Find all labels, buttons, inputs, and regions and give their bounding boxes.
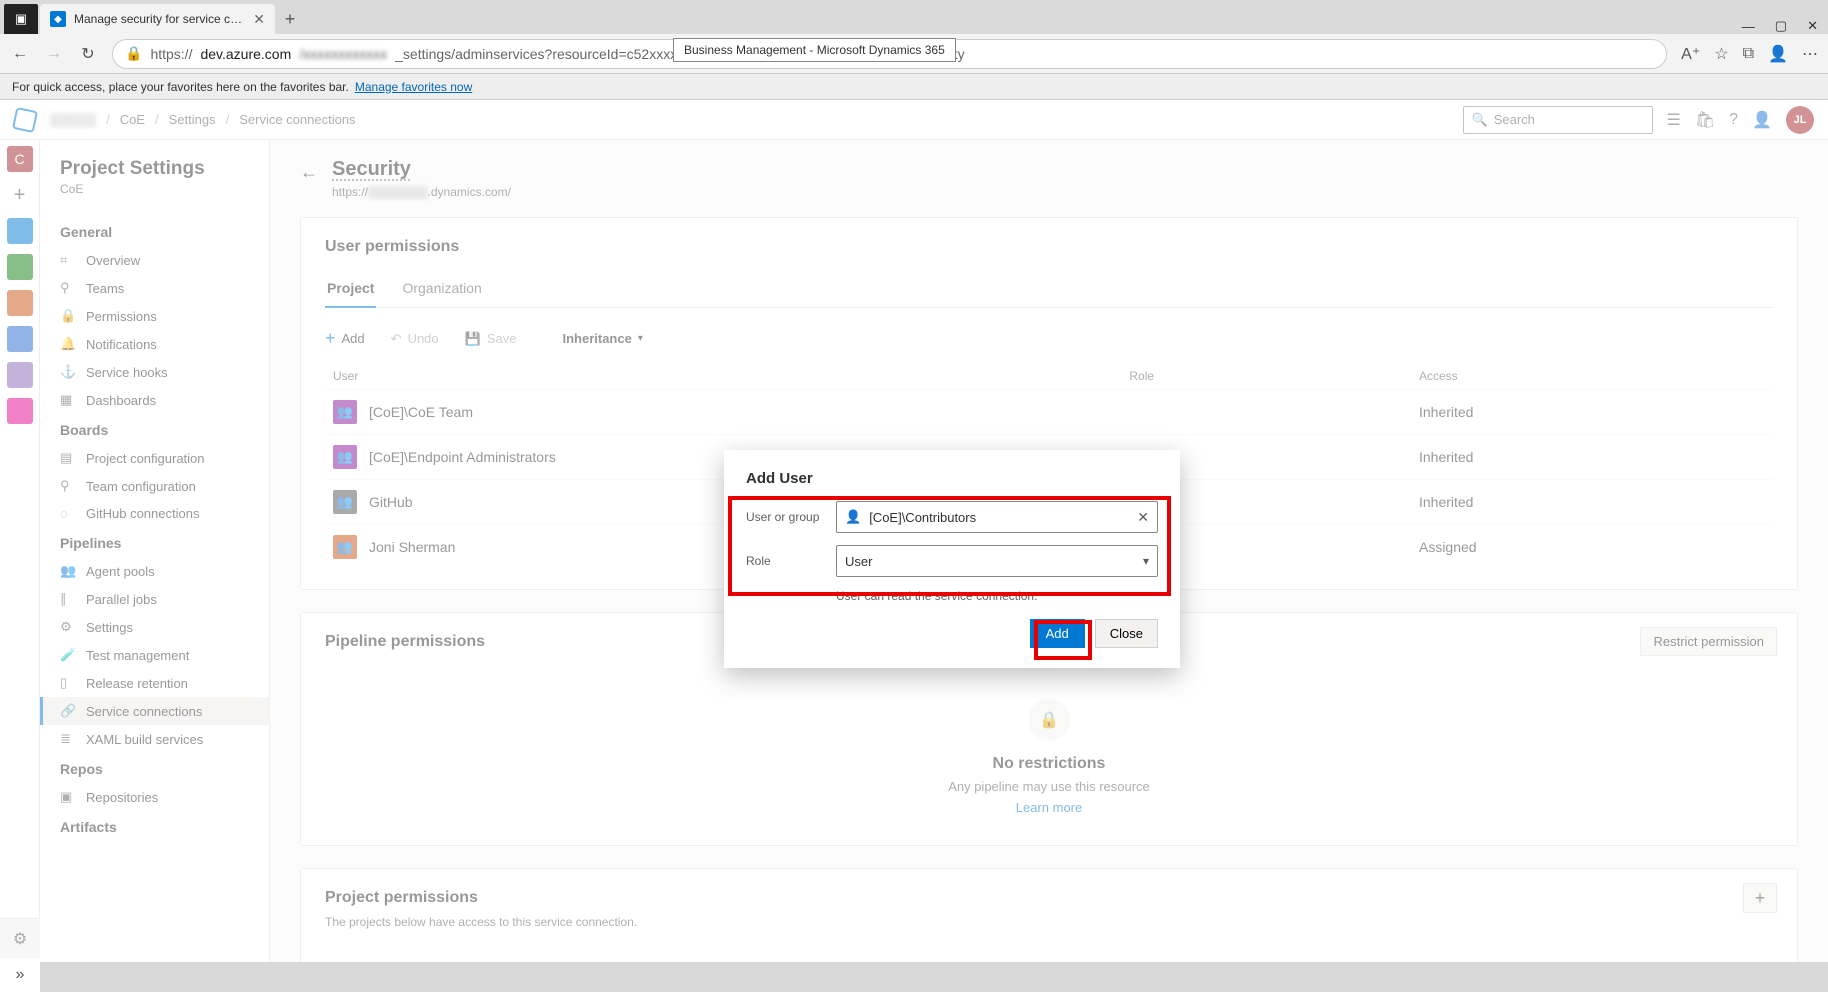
user-value: [CoE]\Contributors: [869, 510, 976, 525]
url-prefix: https://: [150, 46, 192, 62]
url-tooltip: Business Management - Microsoft Dynamics…: [673, 38, 956, 62]
tab-favicon: ◆: [50, 11, 66, 27]
close-icon[interactable]: ✕: [253, 11, 265, 28]
address-bar[interactable]: 🔒 https://dev.azure.com/xxxxxxxxxxxx_set…: [112, 39, 1667, 69]
favorite-icon[interactable]: ☆: [1714, 44, 1728, 64]
person-icon: 👤: [845, 509, 861, 525]
url-host: dev.azure.com: [200, 46, 291, 62]
chevron-down-icon: ▾: [1143, 554, 1149, 568]
window-minimize[interactable]: —: [1742, 19, 1755, 34]
favorites-hint: For quick access, place your favorites h…: [12, 80, 349, 94]
label-role: Role: [746, 554, 836, 568]
collections-icon[interactable]: ⧉: [1743, 45, 1754, 63]
tab-title: Manage security for service conn: [74, 12, 245, 26]
refresh-icon[interactable]: ↻: [78, 44, 98, 64]
read-aloud-icon[interactable]: Α⁺: [1681, 44, 1700, 64]
window-close[interactable]: ✕: [1807, 18, 1818, 34]
new-tab-button[interactable]: +: [275, 4, 305, 34]
lock-icon: 🔒: [125, 45, 142, 62]
dialog-close-button[interactable]: Close: [1095, 619, 1158, 648]
app-icon: ▣: [4, 4, 38, 34]
expand-nav-icon[interactable]: »: [0, 958, 40, 992]
label-user-or-group: User or group: [746, 510, 836, 524]
role-value: User: [845, 554, 872, 569]
manage-favorites-link[interactable]: Manage favorites now: [355, 80, 472, 94]
role-help-text: User can read the service connection.: [836, 589, 1158, 603]
role-select[interactable]: User ▾: [836, 545, 1158, 577]
clear-icon[interactable]: ✕: [1137, 509, 1149, 526]
more-icon[interactable]: ⋯: [1802, 44, 1818, 64]
add-user-dialog: Add User User or group 👤 [CoE]\Contribut…: [724, 450, 1180, 668]
dialog-add-button[interactable]: Add: [1030, 619, 1085, 648]
forward-icon: →: [44, 45, 64, 63]
browser-tab[interactable]: ◆ Manage security for service conn ✕: [40, 4, 275, 34]
dialog-title: Add User: [746, 470, 1158, 487]
user-or-group-input[interactable]: 👤 [CoE]\Contributors ✕: [836, 501, 1158, 533]
back-icon[interactable]: ←: [10, 45, 30, 63]
window-maximize[interactable]: ▢: [1775, 18, 1787, 34]
profile-icon[interactable]: 👤: [1768, 44, 1788, 64]
url-blur: /xxxxxxxxxxxx: [299, 46, 387, 62]
